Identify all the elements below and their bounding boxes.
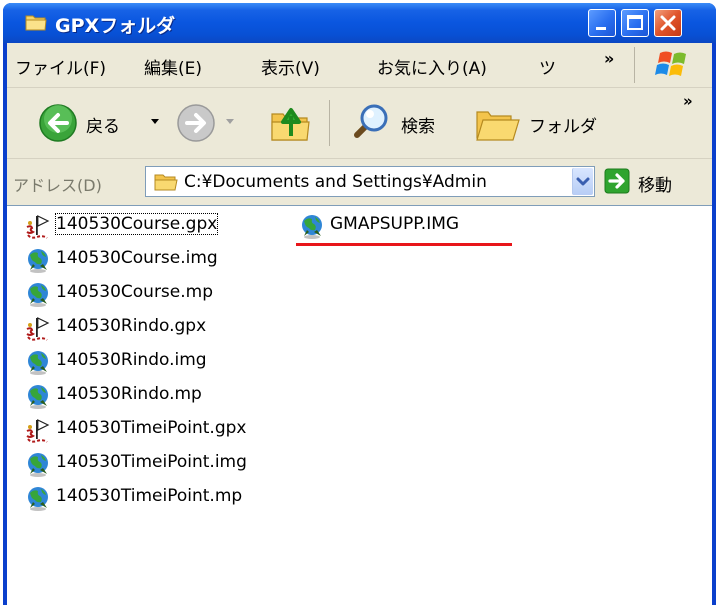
map-globe-icon <box>28 249 48 273</box>
menu-bar: ファイル(F) 編集(E) 表示(V) お気に入り(A) ツ » <box>7 43 712 88</box>
file-name: 140530TimeiPoint.gpx <box>56 418 247 438</box>
file-name: 140530TimeiPoint.mp <box>56 486 243 506</box>
maximize-button[interactable] <box>621 9 649 37</box>
forward-dropdown-icon[interactable] <box>225 118 235 126</box>
address-input[interactable]: C:¥Documents and Settings¥Admin <box>145 166 595 197</box>
map-globe-icon <box>28 283 48 307</box>
file-name: 140530Rindo.mp <box>56 384 202 404</box>
gpx-flag-icon <box>26 215 49 239</box>
menu-view[interactable]: 表示(V) <box>261 54 320 79</box>
file-name: 140530Course.img <box>56 248 218 268</box>
menu-separator <box>634 47 635 83</box>
window-title: GPXフォルダ <box>55 15 176 37</box>
file-name: 140530Course.mp <box>56 282 214 302</box>
search-button-label[interactable]: 検索 <box>401 112 435 137</box>
menu-tools[interactable]: ツ <box>539 54 556 79</box>
chevron-down-icon <box>576 177 590 186</box>
address-label: アドレス(D) <box>13 176 102 195</box>
folders-button-label[interactable]: フォルダ <box>529 112 597 137</box>
explorer-window: GPXフォルダ ファイル(F) 編集(E) 表示(V) お気に入り(A) ツ » <box>3 3 716 605</box>
file-name: 140530TimeiPoint.img <box>56 452 247 472</box>
toolbar-overflow-chevron[interactable]: » <box>683 92 693 110</box>
back-arrow-icon[interactable] <box>37 102 79 144</box>
map-globe-icon <box>302 215 322 239</box>
highlight-underline <box>296 243 512 246</box>
folders-icon[interactable] <box>475 104 521 144</box>
title-bar[interactable]: GPXフォルダ <box>3 3 716 43</box>
close-button[interactable] <box>654 9 682 37</box>
minimize-button[interactable] <box>588 9 616 37</box>
file-name: 140530Course.gpx <box>54 213 219 235</box>
gpx-flag-icon <box>26 419 49 443</box>
map-globe-icon <box>28 453 48 477</box>
gpx-flag-icon <box>26 317 49 341</box>
map-globe-icon <box>28 487 48 511</box>
maximize-icon <box>627 15 643 30</box>
folder-icon <box>25 15 47 31</box>
minimize-icon <box>596 27 606 30</box>
forward-arrow-icon[interactable] <box>175 102 217 144</box>
go-arrow-icon[interactable] <box>604 168 630 194</box>
menu-edit[interactable]: 編集(E) <box>144 54 202 79</box>
back-button-label[interactable]: 戻る <box>86 112 120 137</box>
address-dropdown-button[interactable] <box>572 168 593 195</box>
file-name: GMAPSUPP.IMG <box>330 214 460 234</box>
go-button-label[interactable]: 移動 <box>638 171 672 196</box>
map-globe-icon <box>28 385 48 409</box>
menu-overflow-chevron[interactable]: » <box>604 49 614 68</box>
file-list-pane[interactable]: 140530Course.gpx 140530Course.img 140530… <box>7 205 712 605</box>
map-globe-icon <box>28 351 48 375</box>
standard-toolbar: 戻る 検索 フォルダ » <box>7 88 712 159</box>
file-name: 140530Rindo.gpx <box>56 316 207 336</box>
menu-favorites[interactable]: お気に入り(A) <box>377 54 487 79</box>
address-bar: アドレス(D) C:¥Documents and Settings¥Admin … <box>7 159 712 205</box>
close-icon <box>660 15 676 31</box>
search-icon[interactable] <box>347 101 393 145</box>
up-folder-icon[interactable] <box>269 102 313 144</box>
toolbar-separator <box>329 100 330 146</box>
file-name: 140530Rindo.img <box>56 350 207 370</box>
menu-file[interactable]: ファイル(F) <box>15 54 106 79</box>
back-dropdown-icon[interactable] <box>150 118 160 126</box>
windows-logo-icon <box>655 51 686 76</box>
folder-icon <box>154 174 178 191</box>
address-path: C:¥Documents and Settings¥Admin <box>184 172 487 192</box>
window-client-area: ファイル(F) 編集(E) 表示(V) お気に入り(A) ツ » 戻る 検索 フ… <box>7 43 712 605</box>
